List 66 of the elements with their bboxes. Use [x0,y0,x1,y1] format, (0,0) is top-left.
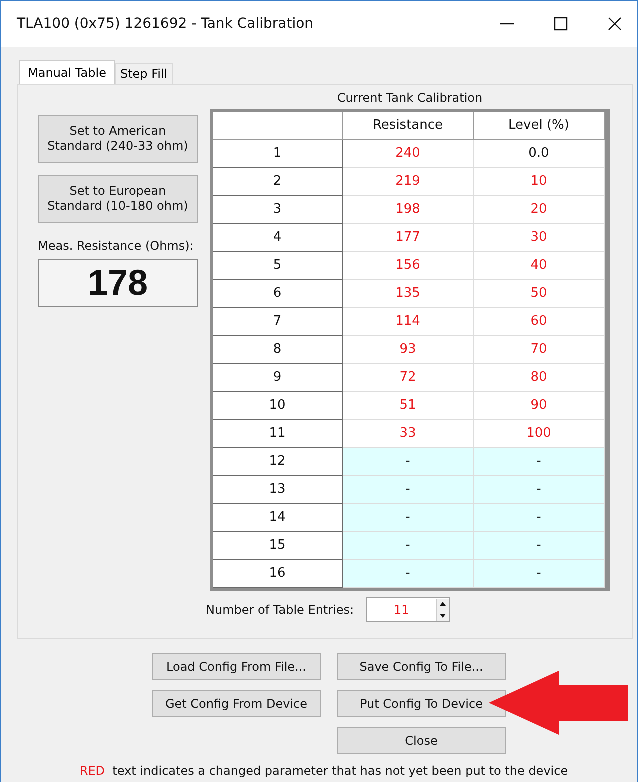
row-number: 16 [213,560,343,588]
table-cell[interactable]: 156 [343,252,474,280]
table-cell[interactable]: 93 [343,336,474,364]
row-number: 11 [213,420,343,448]
table-cell[interactable]: 50 [474,280,605,308]
action-button[interactable]: Close [337,727,506,754]
row-number: 7 [213,308,343,336]
row-number: 1 [213,140,343,168]
row-number: 6 [213,280,343,308]
table-cell[interactable]: 198 [343,196,474,224]
table-cell[interactable]: 240 [343,140,474,168]
row-number: 5 [213,252,343,280]
action-button[interactable]: Put Config To Device [337,690,506,717]
table-cell[interactable]: - [474,532,605,560]
row-number: 13 [213,476,343,504]
row-number: 8 [213,336,343,364]
tab[interactable]: Manual Table [19,60,116,84]
table-cell[interactable]: 70 [474,336,605,364]
table-cell[interactable]: 114 [343,308,474,336]
row-number: 14 [213,504,343,532]
table-cell[interactable]: - [343,448,474,476]
standard-button[interactable]: Set to European Standard (10-180 ohm) [38,175,198,223]
table-cell[interactable]: 90 [474,392,605,420]
row-number: 9 [213,364,343,392]
table-cell[interactable]: - [474,504,605,532]
footer-note: RED text indicates a changed parameter that has not yet been put to the device [78,764,570,778]
action-button[interactable]: Load Config From File... [152,653,321,680]
table-cell[interactable]: - [474,476,605,504]
table-cell[interactable]: 219 [343,168,474,196]
table-cell[interactable]: 20 [474,196,605,224]
column-header: Level (%) [474,112,605,140]
row-number: 15 [213,532,343,560]
standard-button[interactable]: Set to American Standard (240-33 ohm) [38,115,198,163]
table-title: Current Tank Calibration [337,91,483,107]
table-cell[interactable]: 51 [343,392,474,420]
measured-value: 178 [38,259,198,307]
tab[interactable]: Step Fill [115,63,173,84]
row-number: 10 [213,392,343,420]
close-icon[interactable] [607,16,623,32]
table-cell[interactable]: - [474,560,605,588]
table-cell[interactable]: - [343,560,474,588]
table-cell[interactable]: - [474,448,605,476]
action-button[interactable]: Save Config To File... [337,653,506,680]
table-cell[interactable]: - [343,476,474,504]
measured-label: Meas. Resistance (Ohms): [38,239,195,253]
table-cell[interactable]: - [343,532,474,560]
table-cell[interactable]: 60 [474,308,605,336]
row-number: 3 [213,196,343,224]
maximize-icon[interactable] [553,16,569,32]
entries-label: Number of Table Entries: [206,602,354,616]
entries-spinbox[interactable]: 11 [366,597,450,622]
table-cell[interactable]: 80 [474,364,605,392]
window-title: TLA100 (0x75) 1261692 - Tank Calibration [17,16,314,32]
table-cell[interactable]: 135 [343,280,474,308]
table-cell[interactable]: 40 [474,252,605,280]
table-cell[interactable]: 177 [343,224,474,252]
table-cell[interactable]: 72 [343,364,474,392]
table-cell[interactable]: 10 [474,168,605,196]
row-number: 12 [213,448,343,476]
table-cell[interactable]: - [343,504,474,532]
table-cell[interactable]: 30 [474,224,605,252]
row-number: 4 [213,224,343,252]
table-cell[interactable]: 0.0 [474,140,605,168]
column-header: Resistance [343,112,474,140]
action-button[interactable]: Get Config From Device [152,690,321,717]
row-number: 2 [213,168,343,196]
